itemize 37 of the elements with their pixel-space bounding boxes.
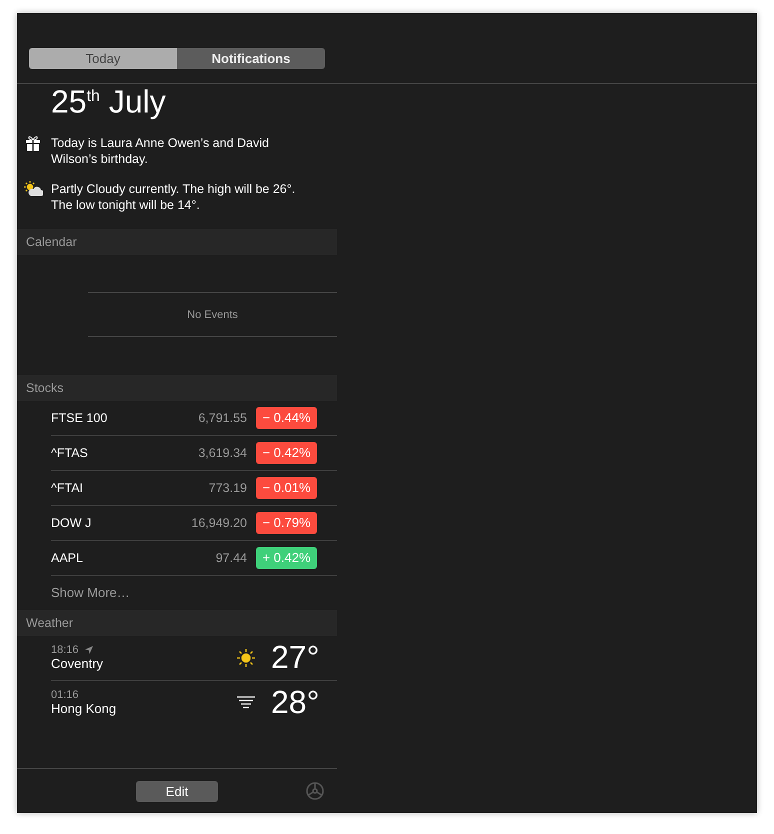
stock-symbol: ^FTAS xyxy=(51,446,89,460)
notice-text: Partly Cloudy currently. The high will be 26°. The low tonight will be 14°. xyxy=(51,180,296,213)
stock-symbol: FTSE 100 xyxy=(51,410,108,425)
city-name: Coventry xyxy=(51,656,104,672)
stock-symbol: ^FTAI xyxy=(51,480,84,495)
settings-icon[interactable] xyxy=(306,782,324,800)
notice-text: Today is Laura Anne Owen’s and David Wilson’s birthday. xyxy=(51,134,270,167)
change-badge[interactable]: − 0.44% xyxy=(256,406,317,429)
section-header: Stocks xyxy=(17,374,337,401)
stock-price: 773.19 xyxy=(208,480,247,495)
stock-price: 3,619.34 xyxy=(198,446,247,460)
local-time: 18:16 xyxy=(51,644,79,656)
stock-price: 6,791.55 xyxy=(198,410,247,425)
partly-cloudy-icon xyxy=(23,180,43,197)
city-name: Hong Kong xyxy=(51,701,118,716)
tab[interactable]: Notifications xyxy=(177,48,325,69)
change-badge[interactable]: + 0.42% xyxy=(256,546,317,569)
change-badge[interactable]: − 0.79% xyxy=(256,512,317,534)
edit-button[interactable]: Edit xyxy=(136,780,218,802)
stock-symbol: DOW J xyxy=(51,516,92,530)
temperature: 27° xyxy=(271,639,320,676)
local-time: 01:16 xyxy=(51,689,79,702)
fog-icon xyxy=(237,696,255,710)
stock-price: 97.44 xyxy=(216,550,247,565)
date-heading: 25$^{th}$ July xyxy=(51,84,167,121)
temperature: 28° xyxy=(271,684,320,722)
empty-calendar-message: No Events xyxy=(88,292,337,338)
change-badge[interactable]: − 0.42% xyxy=(256,442,317,464)
section-header: Calendar xyxy=(17,228,337,255)
stock-symbol: AAPL xyxy=(51,550,84,565)
show-more-link[interactable]: Show More… xyxy=(51,585,130,600)
sun-icon xyxy=(237,648,255,667)
stock-price: 16,949.20 xyxy=(191,516,247,530)
change-badge[interactable]: − 0.01% xyxy=(256,476,317,499)
section-header: Weather xyxy=(17,610,337,636)
tab[interactable]: Today xyxy=(29,48,177,69)
gift-icon xyxy=(23,134,43,151)
